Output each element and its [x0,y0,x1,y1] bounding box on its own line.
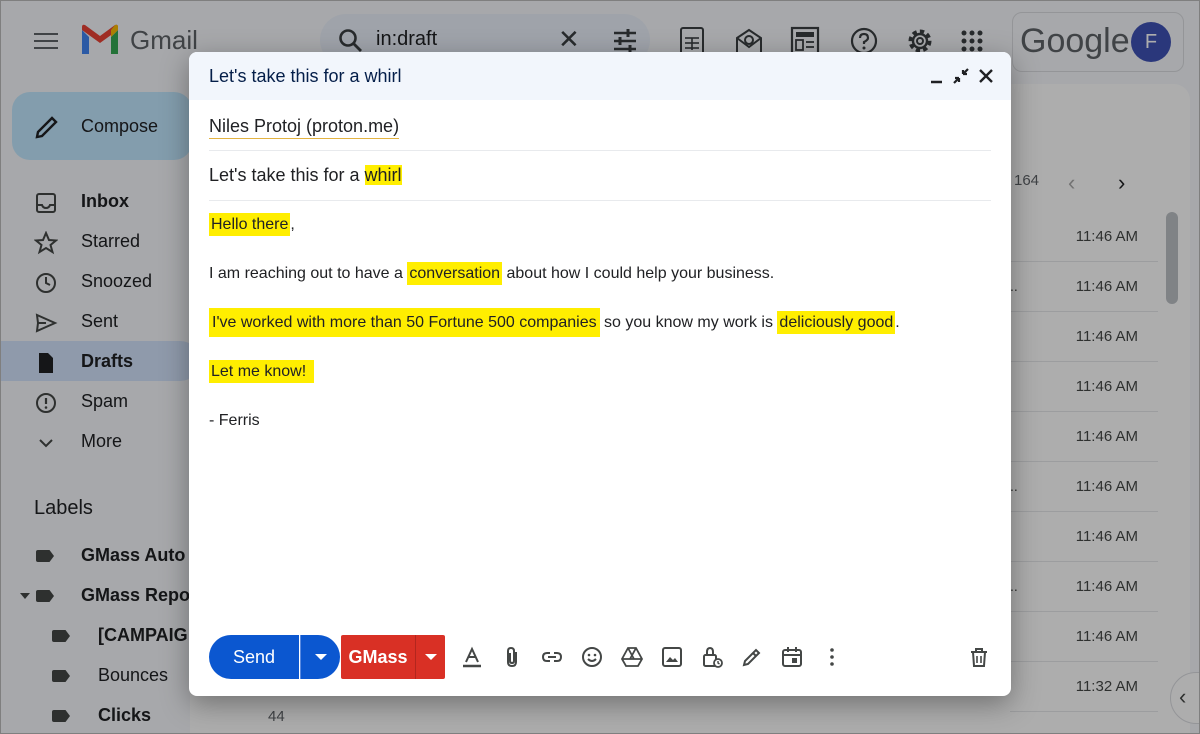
recipient-chip[interactable]: Niles Protoj (proton.me) [209,116,400,139]
body-text: about how I could help your business. [502,265,775,282]
recipients-field[interactable]: Niles Protoj (proton.me) [209,101,991,151]
body-paragraph-1[interactable]: I am reaching out to have a conversation… [209,262,775,285]
compose-dialog-header: Let's take this for a whirl [189,52,1011,100]
google-drive-icon[interactable] [620,645,644,669]
gmass-settings-dropdown[interactable] [415,635,445,679]
highlight-span: Let me know! [209,360,315,383]
body-paragraph-3[interactable]: Let me know! [209,360,315,383]
body-paragraph-2[interactable]: I've worked with more than 50 Fortune 50… [209,308,900,337]
insert-link-icon[interactable] [540,645,564,669]
highlight-span: Hello there [209,213,291,236]
body-text: so you know my work is [599,314,778,331]
insert-photo-icon[interactable] [660,645,684,669]
highlight-span: conversation [407,262,503,285]
close-icon[interactable] [974,64,998,88]
attach-file-icon[interactable] [500,645,524,669]
subject-input[interactable]: Let's take this for a whirl [209,165,402,186]
compose-dialog: Let's take this for a whirl Niles Protoj… [189,52,1011,696]
exit-fullscreen-icon[interactable] [949,64,973,88]
schedule-calendar-icon[interactable] [780,645,804,669]
subject-field[interactable]: Let's take this for a whirl [209,151,991,201]
signature-icon[interactable] [740,645,764,669]
send-button[interactable]: Send [209,635,299,679]
highlight-span: I've worked with more than 50 Fortune 50… [209,308,600,337]
body-text: I am reaching out to have a [209,265,408,282]
body-text: . [895,314,900,331]
subject-highlight: whirl [364,165,402,185]
more-options-icon[interactable] [820,645,844,669]
discard-draft-icon[interactable] [967,645,991,669]
minimize-icon[interactable] [925,64,949,88]
body-text: - Ferris [209,412,260,429]
body-text: , [290,216,295,233]
emoji-icon[interactable] [580,645,604,669]
send-options-dropdown[interactable] [300,635,340,679]
compose-toolbar: Send GMass [189,632,1011,682]
highlight-span: deliciously good [777,311,896,334]
compose-dialog-title: Let's take this for a whirl [209,66,402,86]
formatting-options-icon[interactable] [460,645,484,669]
subject-text: Let's take this for a [209,165,365,185]
body-signature[interactable]: - Ferris [209,412,260,430]
gmass-button[interactable]: GMass [341,635,415,679]
confidential-mode-icon[interactable] [700,645,724,669]
body-greeting[interactable]: Hello there, [209,213,295,236]
